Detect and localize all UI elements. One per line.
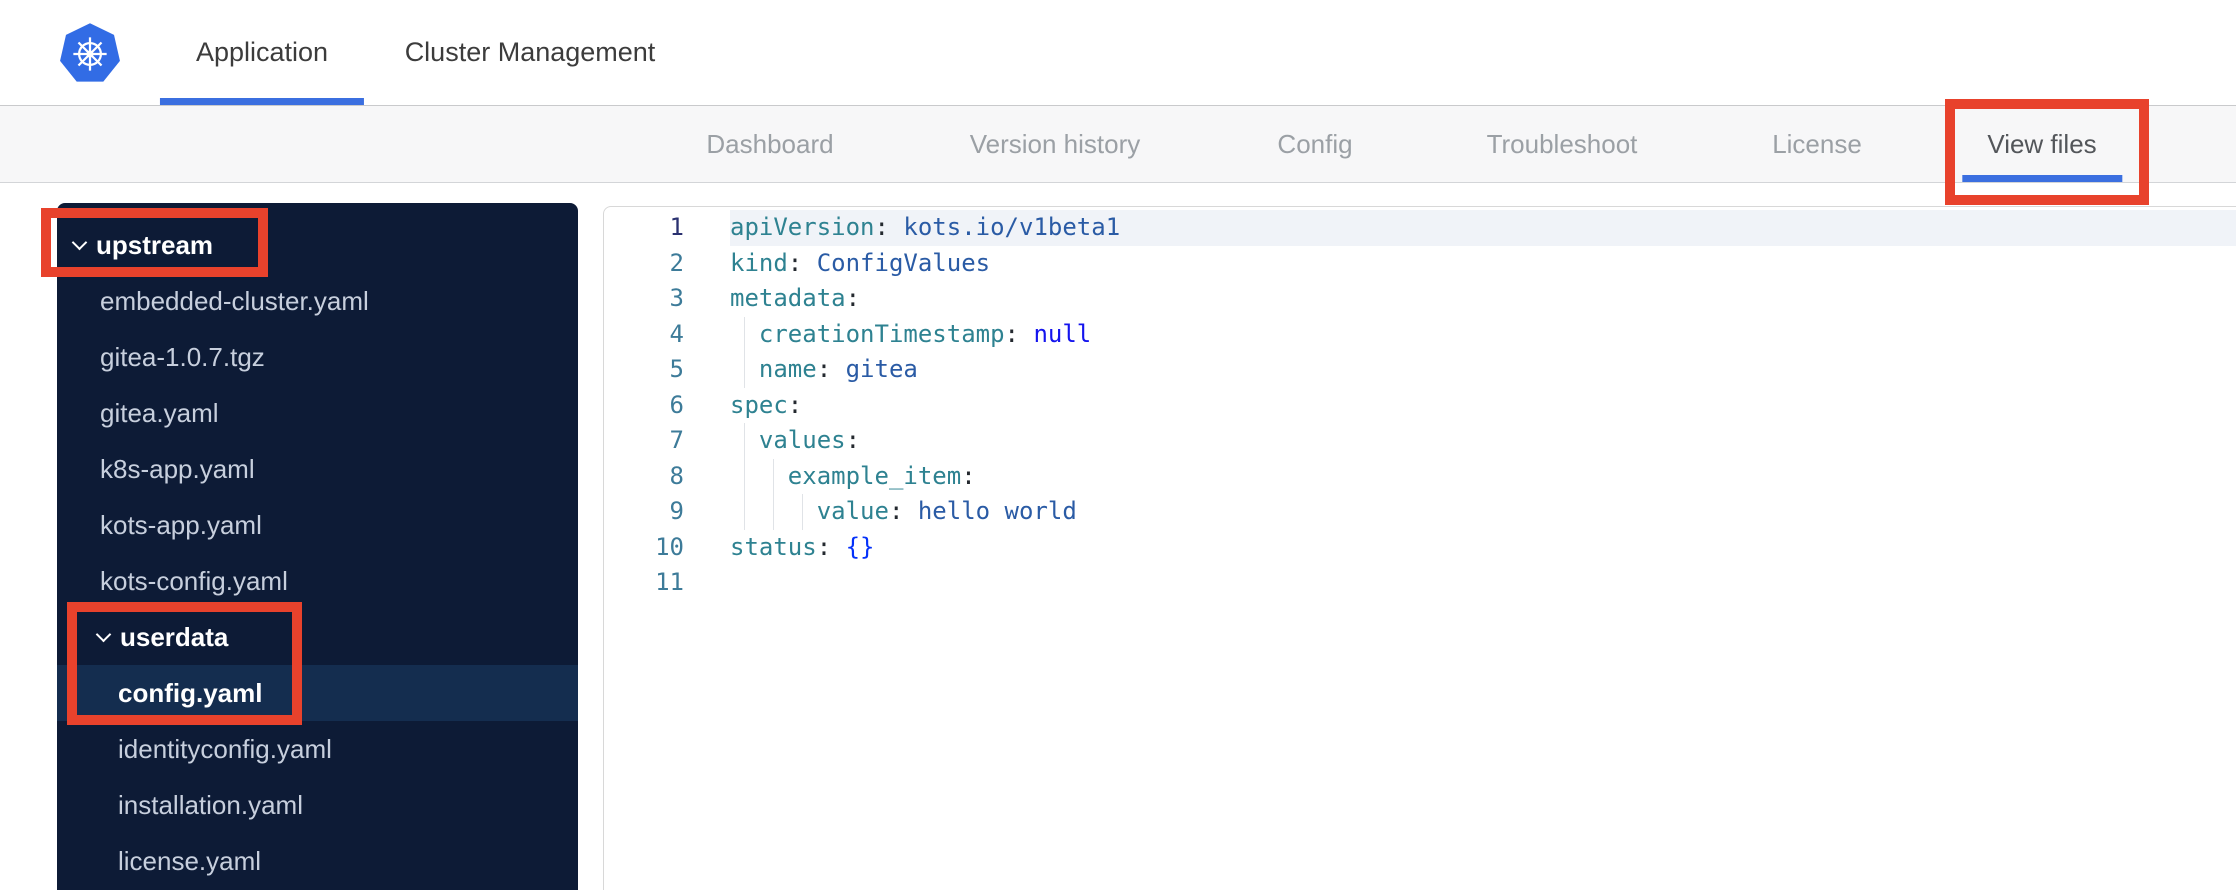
token-pun: : [845, 284, 861, 312]
code-line-5[interactable]: 5 name: gitea [604, 352, 2236, 388]
token-key: value [730, 497, 889, 525]
file-content-editor[interactable]: 1 apiVersion: kots.io/v1beta1 2 kind: Confi… [603, 206, 2236, 890]
header-tab-application[interactable]: Application [196, 0, 328, 105]
indent-guide [744, 352, 746, 388]
line-number: 2 [669, 248, 684, 277]
token-str: hello world [917, 497, 1077, 525]
code-area: 1 apiVersion: kots.io/v1beta1 2 kind: Confi… [604, 207, 2236, 601]
line-number: 10 [655, 532, 684, 561]
token-key: apiVersion [730, 213, 875, 241]
tree-item-label: embedded-cluster.yaml [100, 285, 369, 316]
tree-file-license-yaml[interactable]: license.yaml [57, 833, 578, 889]
chevron-down-icon [72, 234, 88, 250]
tree-item-label: gitea.yaml [100, 397, 219, 428]
token-key: values [730, 426, 846, 454]
indent-guide [802, 494, 804, 530]
line-number: 8 [669, 461, 684, 490]
code-line-2[interactable]: 2 kind: ConfigValues [604, 246, 2236, 282]
tree-file-gitea-1-0-7-tgz[interactable]: gitea-1.0.7.tgz [57, 329, 578, 385]
token-str: gitea [845, 355, 918, 383]
code-line-9[interactable]: 9 value: hello world [604, 494, 2236, 530]
line-number: 11 [655, 568, 684, 596]
tree-item-label: kots-config.yaml [100, 565, 288, 596]
code-line-4[interactable]: 4 creationTimestamp: null [604, 316, 2236, 352]
indent-guide [773, 494, 775, 530]
tree-file-config-yaml[interactable]: config.yaml [57, 665, 578, 721]
token-pun: : [888, 497, 918, 525]
code-line-10[interactable]: 10 status: {} [604, 530, 2236, 566]
token-str: ConfigValues [816, 248, 991, 277]
tree-folder-upstream[interactable]: upstream [57, 217, 578, 273]
token-key: name [730, 355, 817, 383]
tree-file-kots-config-yaml[interactable]: kots-config.yaml [57, 553, 578, 609]
token-key: kind [730, 248, 788, 277]
subnav-tab-config[interactable]: Config [1277, 106, 1352, 182]
app-subnav: Dashboard Version history Config Troublesho… [0, 106, 2236, 183]
token-key: metadata [730, 284, 846, 312]
subnav-tab-version-history[interactable]: Version history [970, 106, 1141, 182]
indent-guide [744, 423, 746, 459]
token-str: kots.io/v1beta1 [903, 213, 1121, 241]
token-pun: : [845, 426, 861, 454]
token-key: example_item [730, 461, 962, 490]
tree-file-installation-yaml[interactable]: installation.yaml [57, 777, 578, 833]
line-number: 3 [669, 284, 684, 312]
subnav-tab-troubleshoot[interactable]: Troubleshoot [1487, 106, 1638, 182]
tree-item-label: userdata [120, 621, 229, 652]
line-number: 9 [669, 497, 684, 525]
token-pun: : [787, 390, 803, 419]
tree-item-label: kots-app.yaml [100, 509, 262, 540]
header-tab-cluster-management[interactable]: Cluster Management [405, 0, 656, 105]
token-pun: : [787, 248, 817, 277]
code-line-6[interactable]: 6 spec: [604, 388, 2236, 424]
file-tree: upstream embedded-cluster.yaml gitea-1.0.7… [57, 203, 578, 890]
line-number: 4 [669, 319, 684, 348]
code-line-11[interactable]: 11 [604, 565, 2236, 601]
tree-file-k8s-app-yaml[interactable]: k8s-app.yaml [57, 441, 578, 497]
token-kw: null [1033, 319, 1092, 348]
token-key: spec [730, 390, 788, 419]
token-pun: : [874, 213, 904, 241]
code-line-7[interactable]: 7 values: [604, 423, 2236, 459]
indent-guide [744, 494, 746, 530]
tree-file-embedded-cluster-yaml[interactable]: embedded-cluster.yaml [57, 273, 578, 329]
tree-item-label: gitea-1.0.7.tgz [100, 341, 265, 372]
tree-item-label: config.yaml [118, 677, 263, 708]
line-number: 5 [669, 355, 684, 383]
token-key: creationTimestamp [730, 319, 1005, 348]
tree-item-label: k8s-app.yaml [100, 453, 255, 484]
indent-guide [744, 316, 746, 352]
header: Application Cluster Management [0, 0, 2236, 106]
tree-file-kots-app-yaml[interactable]: kots-app.yaml [57, 497, 578, 553]
token-key: status [730, 532, 817, 561]
tree-item-label: upstream [96, 229, 214, 260]
line-number: 6 [669, 390, 684, 419]
kubernetes-logo [60, 23, 120, 82]
token-pun: : [961, 461, 976, 490]
tree-item-label: identityconfig.yaml [118, 733, 332, 764]
subnav-tab-license[interactable]: License [1772, 106, 1862, 182]
token-pun: : [816, 532, 846, 561]
tree-item-label: installation.yaml [118, 789, 303, 820]
line-number: 1 [669, 213, 684, 241]
token-pun: : [816, 355, 846, 383]
kots-admin-console: Application Cluster Management Dashboard V… [0, 0, 2236, 890]
line-number: 7 [669, 426, 684, 454]
chevron-down-icon [96, 626, 112, 642]
tree-file-identityconfig-yaml[interactable]: identityconfig.yaml [57, 721, 578, 777]
tree-file-gitea-yaml[interactable]: gitea.yaml [57, 385, 578, 441]
indent-guide [744, 458, 746, 494]
code-line-1[interactable]: 1 apiVersion: kots.io/v1beta1 [604, 210, 2236, 246]
token-pun: : [1004, 319, 1034, 348]
subnav-tab-view-files[interactable]: View files [1987, 106, 2096, 182]
tree-item-label: license.yaml [118, 845, 262, 876]
indent-guide [773, 458, 775, 494]
code-line-8[interactable]: 8 example_item: [604, 458, 2236, 494]
token-brk: {} [845, 532, 875, 561]
code-line-3[interactable]: 3 metadata: [604, 281, 2236, 317]
tree-folder-userdata[interactable]: userdata [57, 609, 578, 665]
subnav-tab-dashboard[interactable]: Dashboard [706, 106, 833, 182]
